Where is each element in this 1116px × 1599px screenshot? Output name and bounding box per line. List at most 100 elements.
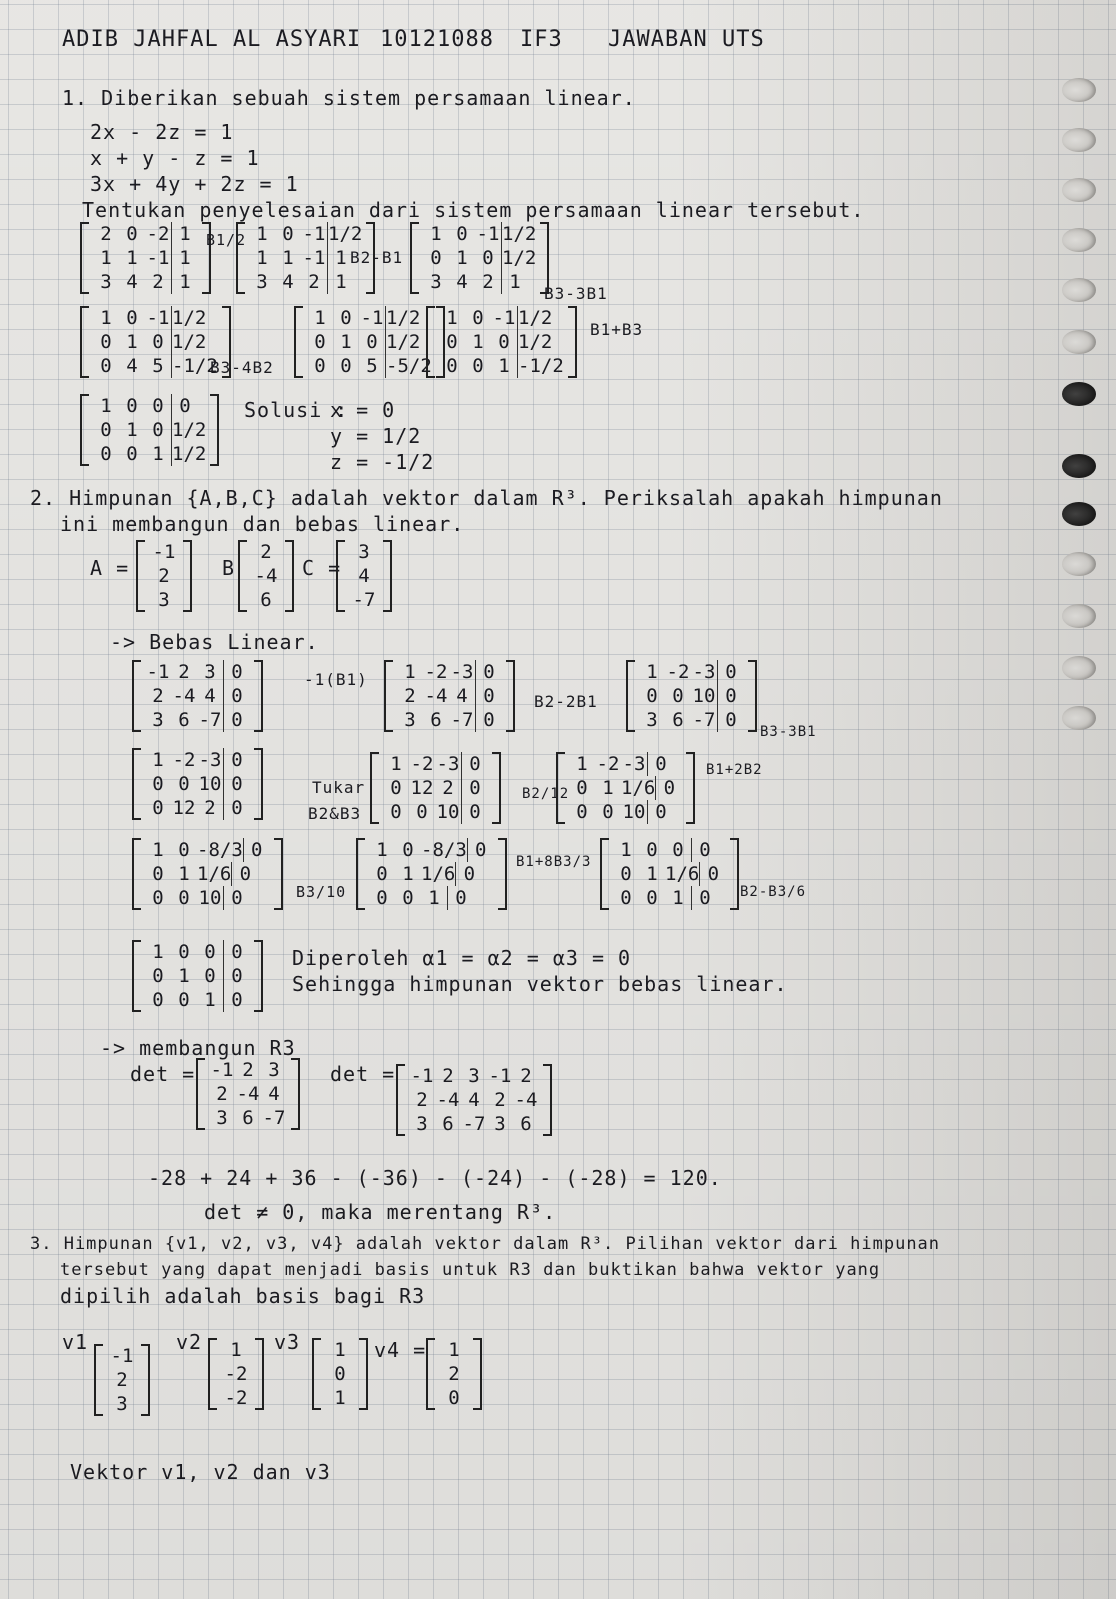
bracket-right bbox=[141, 1344, 150, 1416]
matrix-cell: 0 bbox=[475, 684, 502, 708]
student-name: ADIB JAHFAL AL ASYARI bbox=[62, 27, 362, 52]
bracket-right bbox=[183, 540, 192, 612]
matrix-cell: -7 bbox=[352, 589, 376, 611]
q2-op-3: B3-3B1 bbox=[760, 724, 817, 740]
det-matrix: -1 2 3 2 -4 4 3 6 -7 bbox=[196, 1058, 300, 1130]
q3-intro-line2: tersebut yang dapat menjadi basis untuk … bbox=[60, 1260, 881, 1280]
matrix-cell: 0 bbox=[223, 940, 250, 964]
vector-v3-label: v3 bbox=[274, 1330, 301, 1354]
matrix-cell: 0 bbox=[152, 331, 164, 353]
matrix-row: 1 1 -1 1 bbox=[249, 246, 362, 270]
matrix-row: -1 bbox=[107, 1344, 137, 1368]
matrix-cell: 1 bbox=[152, 839, 164, 861]
matrix-cell: 0 bbox=[376, 863, 388, 885]
bracket-right bbox=[255, 1338, 264, 1410]
matrix-cell: 4 bbox=[456, 271, 468, 293]
matrix-cell: 0 bbox=[223, 796, 250, 820]
matrix-row: 1 bbox=[325, 1386, 355, 1410]
matrix-cell: -1 bbox=[488, 1065, 512, 1087]
matrix-row: 0 0 10 0 bbox=[383, 800, 488, 824]
bracket-left bbox=[370, 752, 379, 824]
matrix-cell: 0 bbox=[576, 801, 588, 823]
matrix-cell: 1/2 bbox=[501, 222, 537, 246]
matrix-cell: 0 bbox=[340, 355, 352, 377]
matrix-cell: 1 bbox=[340, 331, 352, 353]
q2-op-9: B2-B3/6 bbox=[740, 884, 807, 900]
matrix-row: 3 bbox=[107, 1392, 137, 1416]
matrix-row: 4 bbox=[349, 564, 379, 588]
binder-hole bbox=[1062, 382, 1096, 406]
matrix-cell: 0 bbox=[482, 247, 494, 269]
matrix-cell: 1 bbox=[314, 307, 326, 329]
matrix-cell: 0 bbox=[126, 223, 138, 245]
matrix-cell: 12 bbox=[410, 777, 434, 799]
matrix-cell: 10 bbox=[198, 887, 222, 909]
bracket-left bbox=[132, 838, 141, 910]
bracket-left bbox=[132, 748, 141, 820]
matrix-cell: -3 bbox=[198, 749, 222, 771]
q2-matrix-2: 1 -2 -3 0 2 -4 4 0 3 6 -7 0 bbox=[384, 660, 515, 732]
q2-conclusion-3: det ≠ 0, maka merentang R³. bbox=[204, 1200, 557, 1224]
bracket-right bbox=[492, 752, 501, 824]
matrix-cell: 2 bbox=[178, 661, 190, 683]
matrix-cell: 4 bbox=[358, 565, 370, 587]
matrix-cell: 1/2 bbox=[327, 222, 363, 246]
matrix-cell: -2 bbox=[410, 753, 434, 775]
matrix-cell: 0 bbox=[100, 443, 112, 465]
matrix-cell: 0 bbox=[178, 989, 190, 1011]
bracket-left bbox=[356, 838, 365, 910]
vector-a-label: A = bbox=[90, 556, 130, 580]
q1-task: Tentukan penyelesaian dari sistem persam… bbox=[82, 198, 865, 222]
matrix-cell: 10 bbox=[436, 801, 460, 823]
matrix-cell: 1/2 bbox=[517, 306, 553, 330]
matrix-row: 2 bbox=[251, 540, 281, 564]
q2-op-4b: B2&B3 bbox=[308, 804, 362, 823]
matrix-cell: 6 bbox=[178, 709, 190, 731]
q2-matrix-9: 1 0 0 0 0 1 1/6 0 0 0 1 0 bbox=[600, 838, 740, 910]
matrix-cell: 2 bbox=[404, 685, 416, 707]
matrix-row: 0 0 1 1/2 bbox=[93, 442, 206, 466]
matrix-cell: 0 bbox=[461, 752, 488, 776]
matrix-cell: 0 bbox=[647, 752, 674, 776]
matrix-cell: 2 bbox=[442, 777, 454, 799]
matrix-cell: 0 bbox=[498, 331, 510, 353]
matrix-cell: 0 bbox=[447, 886, 474, 910]
bracket-right bbox=[730, 838, 740, 910]
matrix-row: 0 0 10 0 bbox=[145, 772, 250, 796]
matrix-row: 0 12 2 0 bbox=[145, 796, 250, 820]
bracket-right bbox=[273, 838, 283, 910]
matrix-cell: 4 bbox=[456, 685, 468, 707]
matrix-row: 0 0 10 0 bbox=[145, 886, 270, 910]
matrix-cell: 1 bbox=[456, 247, 468, 269]
matrix-cell: 4 bbox=[126, 271, 138, 293]
binder-hole bbox=[1062, 454, 1096, 478]
q1-op-2: B2-B1 bbox=[350, 248, 404, 267]
matrix-cell: 1 bbox=[430, 223, 442, 245]
matrix-cell: 3 bbox=[256, 271, 268, 293]
matrix-row: -2 bbox=[221, 1386, 251, 1410]
matrix-row: 2 -4 4 0 bbox=[145, 684, 250, 708]
matrix-cell: 1 bbox=[282, 247, 294, 269]
matrix-cell: 0 bbox=[416, 801, 428, 823]
matrix-cell: 1 bbox=[376, 839, 388, 861]
matrix-row: -1 2 3 bbox=[209, 1058, 287, 1082]
bracket-left bbox=[80, 306, 89, 378]
matrix-cell: 0 bbox=[178, 773, 190, 795]
matrix-cell: 1 bbox=[100, 247, 112, 269]
matrix-cell: 0 bbox=[466, 838, 494, 862]
matrix-cell: 0 bbox=[446, 331, 458, 353]
matrix-cell: 1 bbox=[576, 753, 588, 775]
bracket-right bbox=[210, 394, 220, 466]
matrix-cell: 1 bbox=[327, 270, 354, 294]
matrix-cell: 10 bbox=[622, 801, 646, 823]
matrix-cell: 0 bbox=[390, 777, 402, 799]
vector-v2-label: v2 bbox=[176, 1330, 203, 1354]
bracket-right bbox=[506, 660, 515, 732]
bracket-left bbox=[238, 540, 247, 612]
matrix-cell: 1 bbox=[126, 247, 138, 269]
matrix-cell: 0 bbox=[152, 989, 164, 1011]
matrix-cell: 1 bbox=[672, 887, 684, 909]
matrix-cell: 3 bbox=[404, 709, 416, 731]
q1-matrix-7: 1 0 0 0 0 1 0 1/2 0 0 1 1/2 bbox=[80, 394, 220, 466]
matrix-cell: 0 bbox=[672, 685, 684, 707]
